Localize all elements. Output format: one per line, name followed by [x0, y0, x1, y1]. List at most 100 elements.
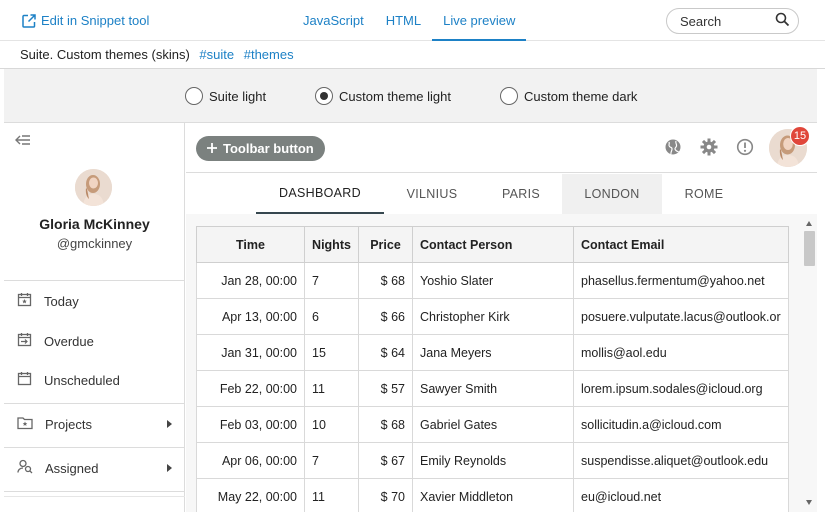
table-row[interactable]: Apr 13, 00:00 6 $ 66 Christopher Kirk po… — [196, 298, 789, 335]
globe-icon[interactable] — [664, 138, 682, 159]
edit-icon — [22, 13, 36, 28]
column-header-contact-person[interactable]: Contact Person — [412, 226, 574, 263]
tag-suite[interactable]: #suite — [199, 47, 234, 62]
grid-header-row: Time Nights Price Contact Person Contact… — [196, 226, 789, 263]
snippet-topbar: Edit in Snippet tool JavaScript HTML Liv… — [0, 0, 825, 41]
collapse-sidebar-icon[interactable] — [15, 135, 31, 150]
table-row[interactable]: Jan 31, 00:00 15 $ 64 Jana Meyers mollis… — [196, 334, 789, 371]
table-row[interactable]: Feb 22, 00:00 11 $ 57 Sawyer Smith lorem… — [196, 370, 789, 407]
cell-time: Apr 06, 00:00 — [196, 442, 305, 479]
vertical-scrollbar[interactable] — [802, 214, 817, 512]
grid-table: Time Nights Price Contact Person Contact… — [196, 226, 789, 512]
column-header-nights[interactable]: Nights — [304, 226, 359, 263]
radio-label: Custom theme light — [339, 88, 451, 104]
chevron-right-icon — [167, 464, 172, 472]
radio-circle — [500, 87, 518, 105]
cell-time: Feb 22, 00:00 — [196, 370, 305, 407]
scroll-thumb[interactable] — [804, 231, 815, 266]
table-row[interactable]: Jan 28, 00:00 7 $ 68 Yoshio Slater phase… — [196, 262, 789, 299]
divider — [4, 496, 185, 497]
search-input[interactable]: Search — [666, 8, 799, 34]
data-grid: Time Nights Price Contact Person Contact… — [186, 214, 817, 512]
account-search-icon — [17, 459, 33, 477]
sidebar-item-label: Today — [44, 293, 79, 309]
alert-circle-icon[interactable] — [736, 138, 754, 159]
column-header-contact-email[interactable]: Contact Email — [573, 226, 789, 263]
cell-nights: 7 — [304, 442, 359, 479]
toolbar-button[interactable]: Toolbar button — [196, 136, 325, 161]
tab-dashboard[interactable]: DASHBOARD — [256, 174, 384, 214]
cell-price: $ 57 — [358, 370, 413, 407]
sidebar-item-today[interactable]: Today — [4, 286, 185, 316]
search-icon — [775, 12, 790, 30]
cell-price: $ 66 — [358, 298, 413, 335]
table-row[interactable]: Apr 06, 00:00 7 $ 67 Emily Reynolds susp… — [196, 442, 789, 479]
cell-time: Apr 13, 00:00 — [196, 298, 305, 335]
snippet-tabs: JavaScript HTML Live preview — [292, 0, 527, 41]
cell-time: Jan 28, 00:00 — [196, 262, 305, 299]
radio-label: Suite light — [209, 88, 267, 104]
cell-contact-email: phasellus.fermentum@yahoo.net — [573, 262, 789, 299]
divider — [4, 447, 185, 448]
cell-contact-person: Christopher Kirk — [412, 298, 574, 335]
tabbar: DASHBOARD VILNIUS PARIS LONDON ROME — [186, 174, 817, 214]
calendar-blank-icon — [17, 371, 32, 389]
cell-nights: 6 — [304, 298, 359, 335]
divider — [4, 403, 185, 404]
tab-vilnius[interactable]: VILNIUS — [384, 174, 480, 214]
tab-rome[interactable]: ROME — [662, 174, 746, 214]
edit-in-snippet-link[interactable]: Edit in Snippet tool — [22, 13, 149, 28]
table-row[interactable]: May 22, 00:00 11 $ 70 Xavier Middleton e… — [196, 478, 789, 512]
edit-link-label: Edit in Snippet tool — [41, 13, 150, 28]
toolbar: Toolbar button 15 — [186, 123, 817, 173]
column-header-price[interactable]: Price — [358, 226, 413, 263]
sidebar-item-projects[interactable]: Projects — [4, 409, 185, 439]
cell-contact-person: Yoshio Slater — [412, 262, 574, 299]
cell-contact-email: lorem.ipsum.sodales@icloud.org — [573, 370, 789, 407]
radio-custom-theme-light[interactable]: Custom theme light — [315, 87, 451, 105]
cell-price: $ 70 — [358, 478, 413, 512]
tab-html[interactable]: HTML — [375, 0, 432, 41]
suite-app: Gloria McKinney @gmckinney Today Overdue… — [4, 123, 817, 512]
radio-custom-theme-dark[interactable]: Custom theme dark — [500, 87, 637, 105]
cell-contact-email: eu@icloud.net — [573, 478, 789, 512]
tab-live-preview[interactable]: Live preview — [432, 0, 527, 41]
radio-suite-light[interactable]: Suite light — [185, 87, 266, 105]
scroll-down-arrow-icon[interactable] — [806, 500, 812, 505]
sidebar-item-assigned[interactable]: Assigned — [4, 453, 185, 483]
sidebar-item-overdue[interactable]: Overdue — [4, 326, 185, 356]
gear-icon[interactable] — [700, 138, 718, 159]
notification-badge: 15 — [790, 126, 810, 146]
scroll-up-arrow-icon[interactable] — [806, 221, 812, 226]
cell-contact-person: Emily Reynolds — [412, 442, 574, 479]
tab-london[interactable]: LONDON — [562, 174, 662, 214]
theme-selector: Suite light Custom theme light Custom th… — [4, 69, 817, 123]
cell-contact-person: Jana Meyers — [412, 334, 574, 371]
sidebar-item-label: Assigned — [45, 460, 99, 476]
cell-contact-person: Xavier Middleton — [412, 478, 574, 512]
cell-contact-email: mollis@aol.edu — [573, 334, 789, 371]
tag-themes[interactable]: #themes — [244, 47, 294, 62]
tab-javascript[interactable]: JavaScript — [292, 0, 375, 41]
calendar-today-icon — [17, 292, 32, 310]
calendar-overdue-icon — [17, 332, 32, 350]
toolbar-button-label: Toolbar button — [223, 141, 314, 156]
radio-circle — [185, 87, 203, 105]
cell-nights: 11 — [304, 478, 359, 512]
tab-paris[interactable]: PARIS — [480, 174, 562, 214]
sidebar: Gloria McKinney @gmckinney Today Overdue… — [4, 123, 185, 512]
cell-nights: 10 — [304, 406, 359, 443]
sidebar-item-unscheduled[interactable]: Unscheduled — [4, 365, 185, 395]
folder-star-icon — [17, 416, 33, 433]
cell-price: $ 68 — [358, 406, 413, 443]
snippet-description: Suite. Custom themes (skins) #suite #the… — [0, 41, 825, 69]
sidebar-item-label: Overdue — [44, 333, 94, 349]
cell-price: $ 67 — [358, 442, 413, 479]
cell-contact-person: Sawyer Smith — [412, 370, 574, 407]
cell-time: Jan 31, 00:00 — [196, 334, 305, 371]
cell-contact-email: posuere.vulputate.lacus@outlook.or — [573, 298, 789, 335]
column-header-time[interactable]: Time — [196, 226, 305, 263]
chevron-right-icon — [167, 420, 172, 428]
table-row[interactable]: Feb 03, 00:00 10 $ 68 Gabriel Gates soll… — [196, 406, 789, 443]
user-name: Gloria McKinney — [39, 216, 150, 232]
